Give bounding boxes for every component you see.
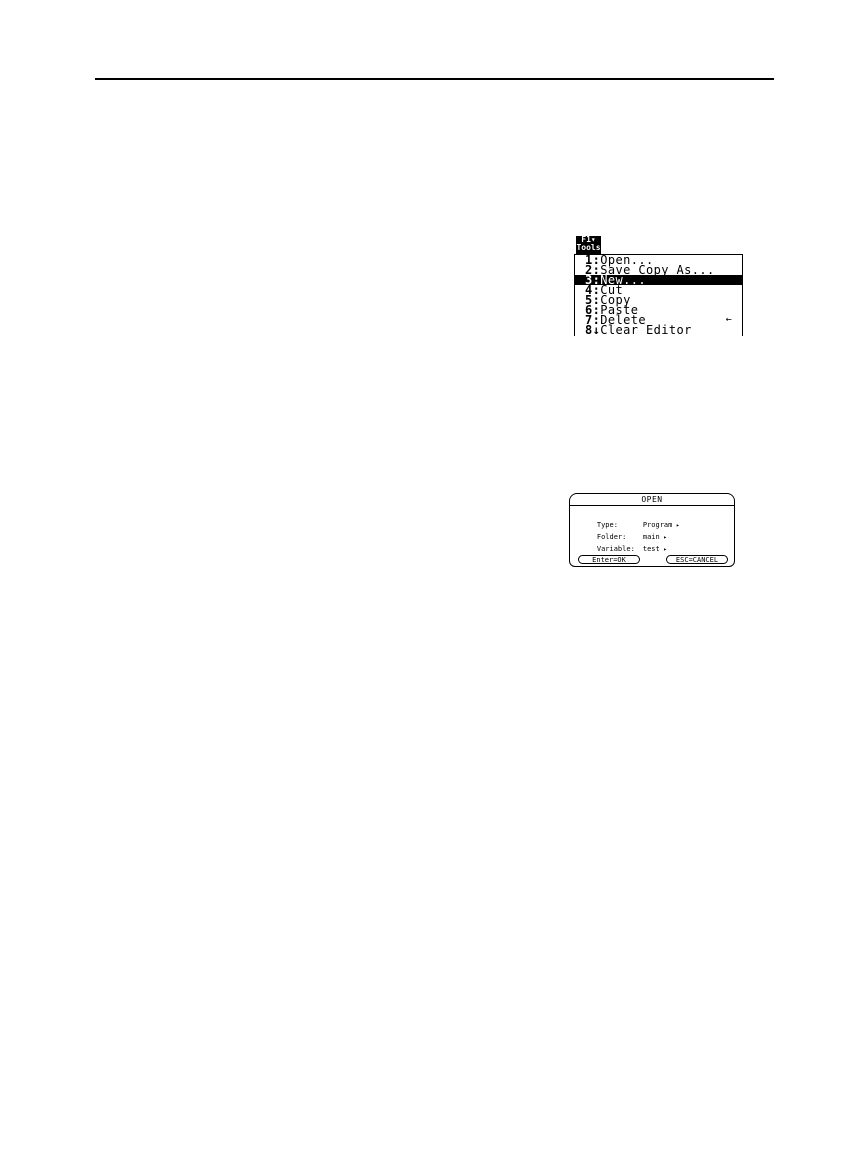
ok-button[interactable]: Enter=OK: [578, 555, 640, 564]
dialog-title: OPEN: [570, 494, 734, 506]
tools-menu-screen: F1▾ Tools 1:Open... 2:Save Copy As... 3:…: [574, 236, 745, 338]
cancel-button[interactable]: ESC=CANCEL: [666, 555, 728, 564]
top-rule: [95, 78, 774, 80]
folder-field[interactable]: Folder: main: [580, 522, 667, 541]
menu-item-label: Clear Editor: [600, 323, 692, 337]
tools-menu: 1:Open... 2:Save Copy As... 3:New... 4:C…: [574, 254, 743, 336]
tools-menu-tab[interactable]: F1▾ Tools: [576, 236, 601, 254]
variable-label: Variable:: [596, 545, 635, 553]
open-dialog: OPEN Type:Program Folder:main Variable: t…: [569, 493, 735, 567]
tools-tab-label: Tools: [576, 243, 601, 252]
variable-dropdown[interactable]: test: [643, 545, 667, 553]
backspace-arrow-icon: ←: [725, 314, 732, 325]
variable-field[interactable]: Variable: test: [580, 534, 667, 553]
menu-item-number: 8↓: [585, 323, 601, 337]
type-field[interactable]: Type: Program: [580, 510, 680, 529]
menu-item-clear-editor[interactable]: 8↓Clear Editor: [575, 323, 742, 337]
